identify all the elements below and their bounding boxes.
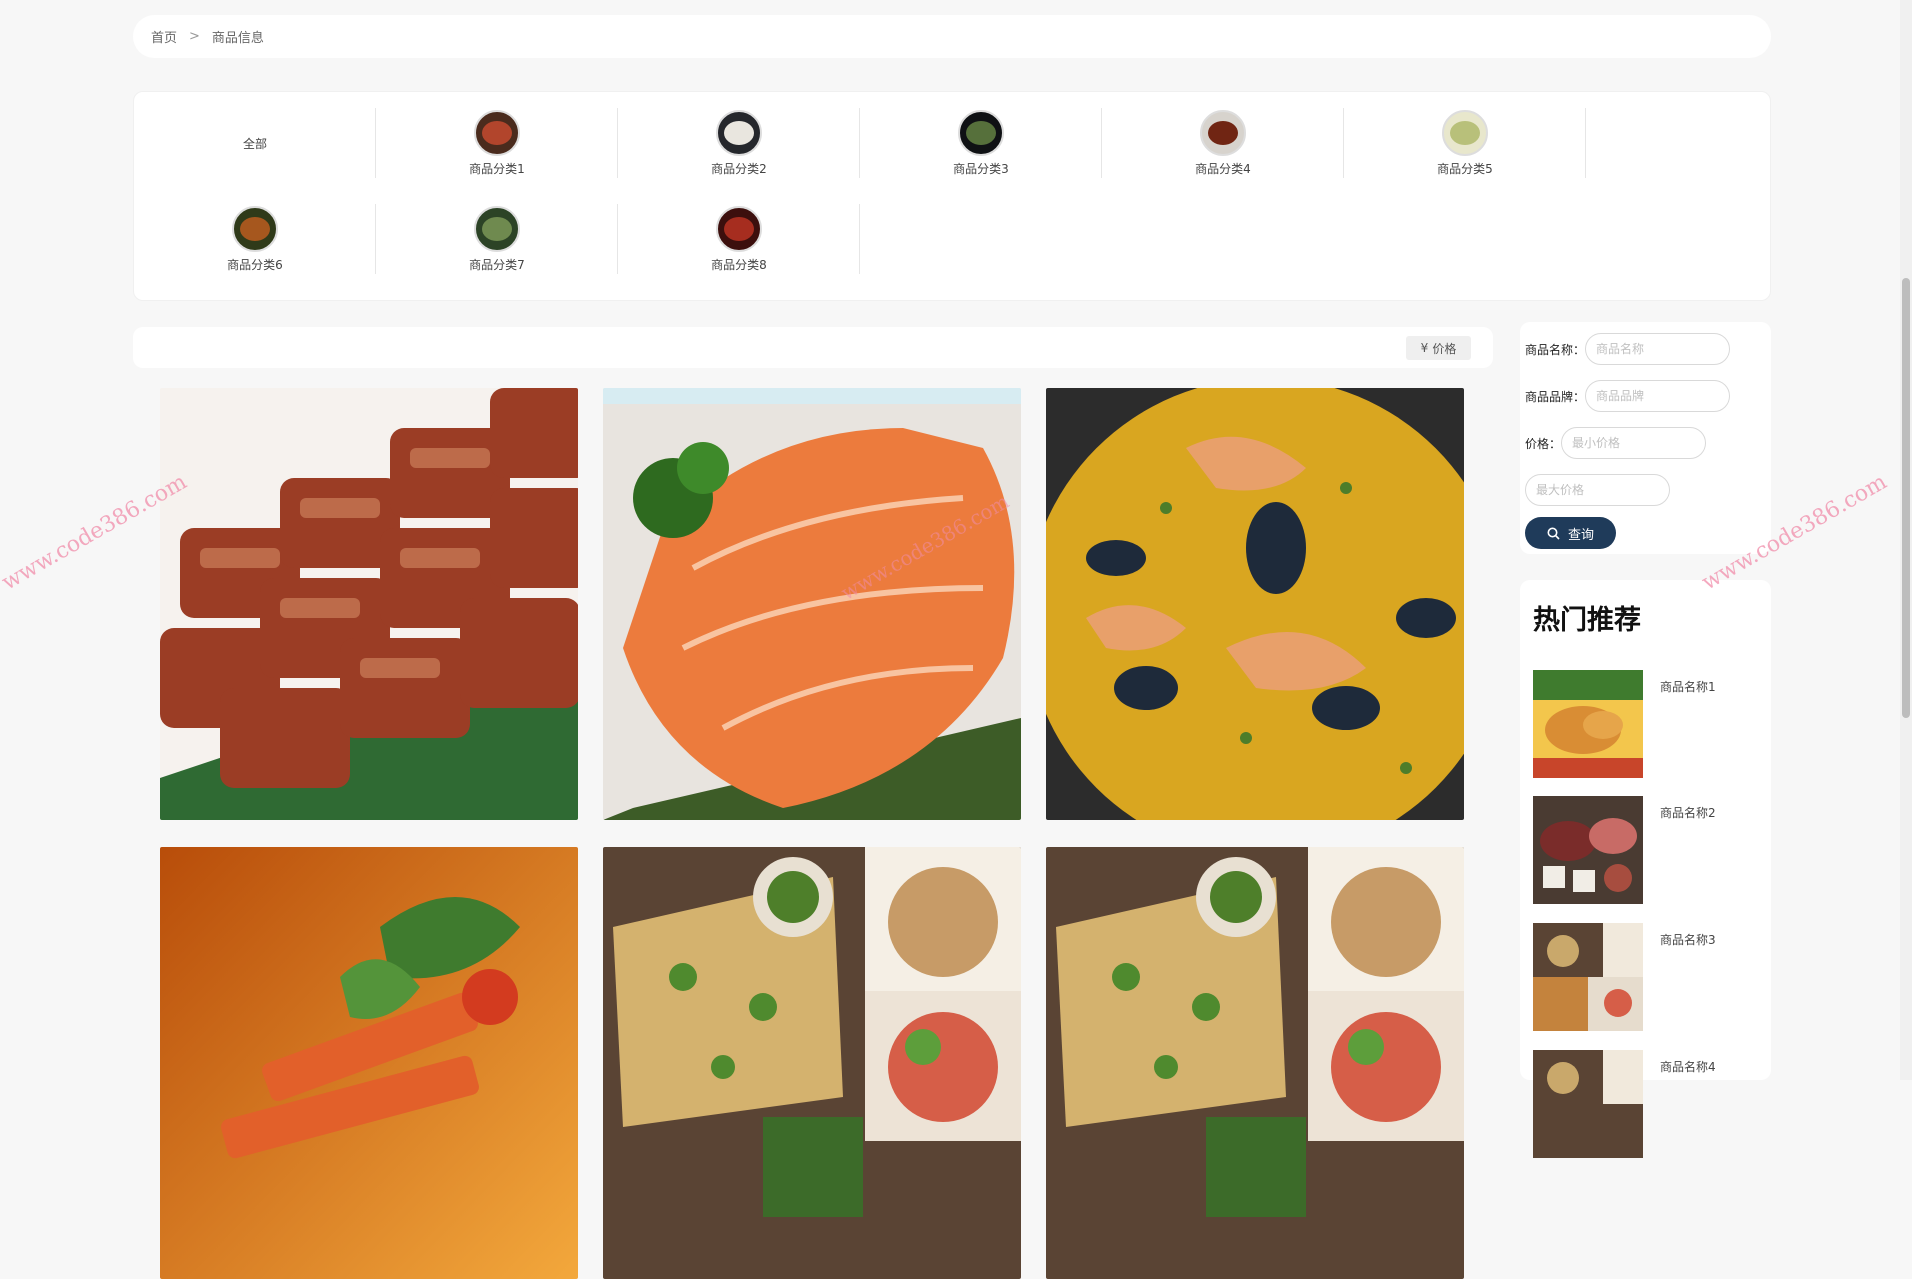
- category-label: 商品分类2: [711, 161, 767, 176]
- page-scrollbar[interactable]: [1900, 0, 1912, 1080]
- max-price-input[interactable]: [1525, 474, 1670, 506]
- sort-bar: ¥ 价格: [133, 327, 1493, 368]
- category-item-2[interactable]: 商品分类2: [618, 106, 860, 180]
- name-filter-row: 商品名称：: [1525, 333, 1731, 365]
- food-thumbnail-icon: [716, 205, 762, 252]
- hot-item-image: [1533, 670, 1643, 778]
- breadcrumb: 首页 > 商品信息: [133, 15, 1771, 58]
- product-card[interactable]: [603, 847, 1021, 1279]
- brand-filter-label: 商品品牌：: [1525, 389, 1586, 404]
- breadcrumb-separator: >: [189, 29, 200, 44]
- category-item-3[interactable]: 商品分类3: [860, 106, 1102, 180]
- hot-item-image: [1533, 1050, 1643, 1158]
- hot-item[interactable]: 商品名称1: [1533, 670, 1763, 780]
- food-thumbnail-icon: [1200, 109, 1246, 156]
- product-card[interactable]: [160, 847, 578, 1279]
- category-label: 商品分类4: [1195, 161, 1251, 176]
- food-thumbnail-icon: [958, 109, 1004, 156]
- food-thumbnail-icon: [232, 205, 278, 252]
- hot-item[interactable]: 商品名称4: [1533, 1050, 1763, 1160]
- hot-item-image: [1533, 923, 1643, 1031]
- yen-icon: ¥: [1420, 341, 1429, 355]
- food-thumbnail-icon: [474, 109, 520, 156]
- product-name-input[interactable]: [1585, 333, 1731, 365]
- breadcrumb-home-link[interactable]: 首页: [151, 27, 177, 46]
- category-label: 商品分类6: [227, 257, 283, 272]
- search-button-label: 查询: [1567, 526, 1594, 542]
- food-thumbnail-icon: [474, 205, 520, 252]
- category-item-4[interactable]: 商品分类4: [1102, 106, 1344, 180]
- search-icon: [1547, 527, 1560, 540]
- category-label: 商品分类1: [469, 161, 525, 176]
- product-card[interactable]: [1046, 847, 1464, 1279]
- category-label: 商品分类5: [1437, 161, 1493, 176]
- sort-label: 价格: [1432, 341, 1457, 356]
- product-image: [603, 388, 1021, 820]
- search-button[interactable]: 查询: [1525, 517, 1616, 549]
- category-label: 商品分类7: [469, 257, 525, 272]
- product-brand-input[interactable]: [1585, 380, 1731, 412]
- price-filter-row: 价格：: [1525, 427, 1707, 459]
- hot-item-image: [1533, 796, 1643, 904]
- hot-item-name: 商品名称3: [1660, 933, 1716, 947]
- product-image: [160, 388, 578, 820]
- hot-item-name: 商品名称2: [1660, 806, 1716, 820]
- name-filter-label: 商品名称：: [1525, 342, 1586, 357]
- food-thumbnail-icon: [1442, 109, 1488, 156]
- product-card[interactable]: [603, 388, 1021, 820]
- product-image: [160, 847, 578, 1279]
- category-label: 全部: [242, 136, 267, 151]
- hot-item-name: 商品名称1: [1660, 680, 1716, 694]
- category-item-8[interactable]: 商品分类8: [618, 202, 860, 276]
- breadcrumb-current: 商品信息: [211, 31, 264, 46]
- category-item-5[interactable]: 商品分类5: [1344, 106, 1586, 180]
- category-panel: 全部 商品分类1 商品分类2 商品分类3 商品分类4 商品分类5 商品分类6 商…: [133, 91, 1771, 301]
- product-image: [603, 847, 1021, 1279]
- sort-by-price-button[interactable]: ¥ 价格: [1406, 336, 1471, 360]
- food-thumbnail-icon: [716, 109, 762, 156]
- category-item-6[interactable]: 商品分类6: [134, 202, 376, 276]
- search-filter-panel: 商品名称： 商品品牌： 价格： 查询: [1520, 322, 1771, 554]
- min-price-input[interactable]: [1561, 427, 1707, 459]
- brand-filter-row: 商品品牌：: [1525, 380, 1731, 412]
- hot-recommend-panel: 热门推荐 商品名称1 商品名称2 商品名称3 商品名称4: [1520, 580, 1771, 1158]
- scrollbar-thumb[interactable]: [1902, 278, 1910, 718]
- hot-item[interactable]: 商品名称2: [1533, 796, 1763, 906]
- hot-item[interactable]: 商品名称3: [1533, 923, 1763, 1033]
- product-card[interactable]: [160, 388, 578, 820]
- category-item-7[interactable]: 商品分类7: [376, 202, 618, 276]
- product-card[interactable]: [1046, 388, 1464, 820]
- category-all[interactable]: 全部: [134, 106, 376, 180]
- product-image: [1046, 388, 1464, 820]
- category-label: 商品分类8: [711, 257, 767, 272]
- category-item-1[interactable]: 商品分类1: [376, 106, 618, 180]
- hot-item-name: 商品名称4: [1660, 1060, 1716, 1074]
- product-image: [1046, 847, 1464, 1279]
- category-label: 商品分类3: [953, 161, 1009, 176]
- max-price-row: [1525, 474, 1670, 506]
- hot-recommend-title: 热门推荐: [1533, 605, 1641, 636]
- price-filter-label: 价格：: [1525, 436, 1562, 451]
